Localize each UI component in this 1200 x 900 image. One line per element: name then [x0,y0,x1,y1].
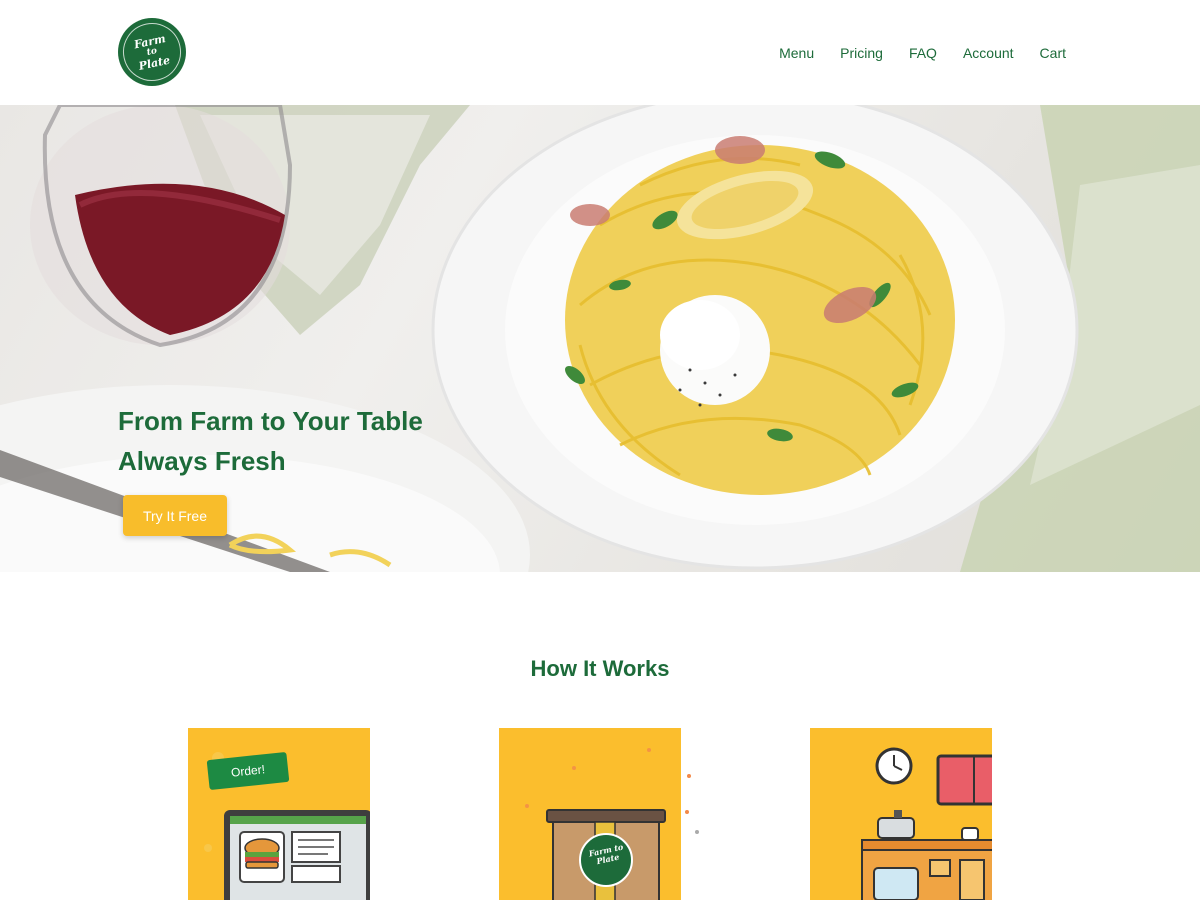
try-it-free-button[interactable]: Try It Free [123,495,227,536]
hero-content: From Farm to Your Table Always Fresh [118,401,423,481]
nav-pricing-link[interactable]: Pricing [840,45,883,61]
delivery-decor-dots [681,770,701,840]
hero-title-line-1: From Farm to Your Table [118,406,423,436]
site-header: Farm to Plate Menu Pricing FAQ Account C… [0,0,1200,105]
nav-cart-link[interactable]: Cart [1040,45,1066,61]
delivery-box-icon [525,748,666,900]
farm-to-plate-logo[interactable]: Farm to Plate [117,17,187,87]
hero-title-line-2: Always Fresh [118,446,286,476]
nav-faq-link[interactable]: FAQ [909,45,937,61]
nav-account-link[interactable]: Account [963,45,1014,61]
step-card-delivery: Farm to Plate [499,728,681,900]
hero-banner: From Farm to Your Table Always Fresh Try… [0,105,1200,572]
how-it-works-title: How It Works [530,656,670,681]
kitchen-icon [861,747,992,900]
logo-line-plate: Plate [137,53,172,73]
nav-menu-link[interactable]: Menu [779,45,814,61]
logo-text: Farm to Plate [117,17,187,87]
main-nav: Menu Pricing FAQ Account Cart [753,45,1066,61]
step-card-order: Order! [188,728,370,900]
order-badge-text: Order! [230,762,266,780]
step-card-kitchen [810,728,992,900]
